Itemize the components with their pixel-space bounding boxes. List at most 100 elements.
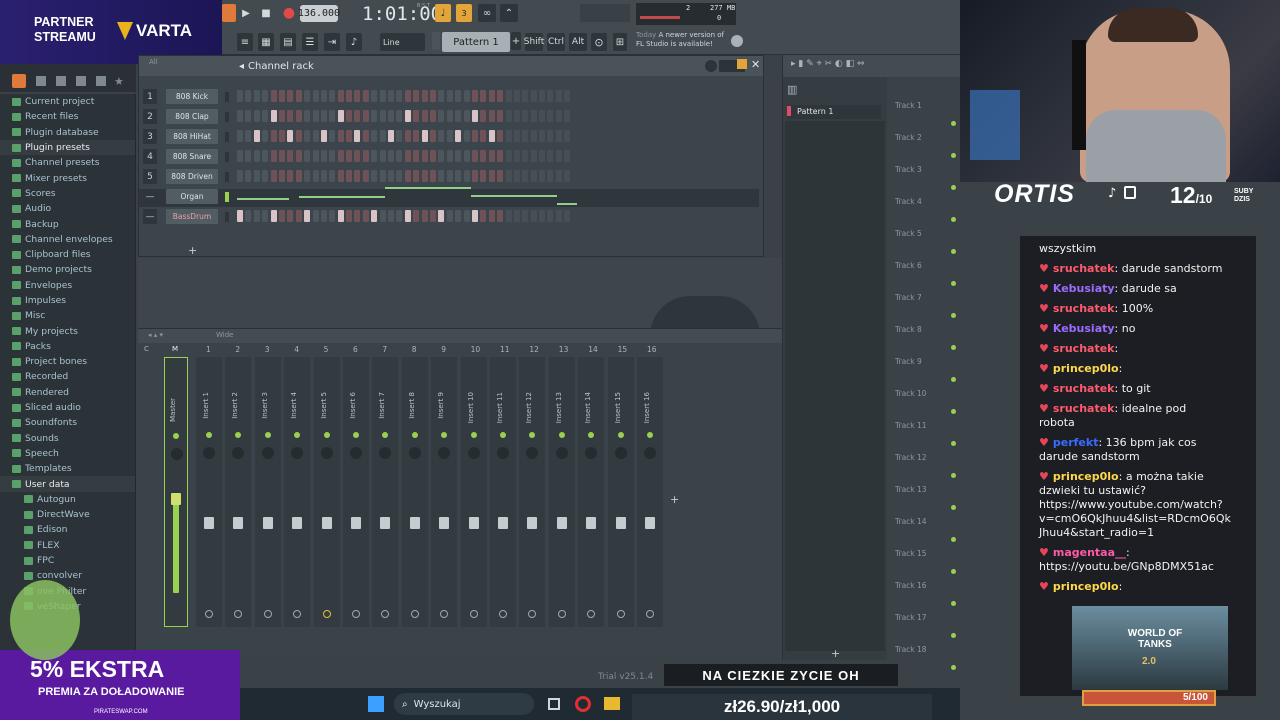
step-button[interactable] [371,130,378,142]
track-mute-led[interactable] [951,217,956,222]
chat-username[interactable]: princep0lo [1053,580,1119,593]
step-button[interactable] [413,150,420,162]
step-button[interactable] [278,90,285,102]
insert-fader[interactable] [586,517,597,529]
step-button[interactable] [421,210,428,222]
track-mute-led[interactable] [951,665,956,670]
track-header[interactable]: Track 16 [895,581,927,590]
step-button[interactable] [413,130,420,142]
play-button[interactable]: ▶ [238,4,254,22]
toolbar-piano-icon[interactable]: ▤ [280,33,296,51]
pattern-song-toggle[interactable] [222,4,236,22]
insert-pan-knob[interactable] [408,447,421,459]
insert-fader[interactable] [204,517,214,529]
help-icon[interactable] [731,35,743,47]
insert-enable-led[interactable] [617,432,624,438]
step-button[interactable] [513,210,520,222]
insert-pan-knob[interactable] [261,447,274,459]
step-button[interactable] [513,90,520,102]
step-button[interactable] [371,210,378,222]
insert-strip[interactable]: Insert 4 [284,357,311,627]
rack-view-icon[interactable] [737,59,747,69]
step-button[interactable] [446,110,453,122]
insert-enable-led[interactable] [264,432,271,438]
mixer-mode[interactable]: Wide [216,331,233,339]
track-mute-led[interactable] [951,409,956,414]
insert-strip[interactable]: Insert 1 [196,357,222,627]
insert-fader[interactable] [409,517,420,529]
step-button[interactable] [471,130,478,142]
insert-enable-led[interactable] [294,432,301,438]
step-button[interactable] [404,210,411,222]
step-button[interactable] [488,150,495,162]
step-button[interactable] [312,150,319,162]
browser-item[interactable]: Rendered [0,385,135,400]
insert-route-button[interactable] [616,610,625,618]
channel-number[interactable]: 2 [143,109,157,124]
step-button[interactable] [497,130,504,142]
pattern-add-button[interactable]: + [511,32,521,50]
insert-route-button[interactable] [499,610,507,618]
step-button[interactable] [354,170,361,182]
step-button[interactable] [488,110,495,122]
insert-strip[interactable]: Insert 11 [490,357,516,627]
insert-enable-led[interactable] [558,432,565,438]
step-button[interactable] [429,130,436,142]
insert-enable-led[interactable] [206,432,212,438]
insert-pan-knob[interactable] [320,447,333,459]
channel-select-led[interactable] [225,212,229,222]
step-button[interactable] [262,90,269,102]
insert-route-button[interactable] [263,610,272,618]
master-led[interactable] [173,433,179,439]
insert-fader[interactable] [380,517,391,529]
channel-number[interactable]: — [143,189,157,204]
channel-select-led[interactable] [225,192,229,202]
playlist-pattern-item[interactable]: Pattern 1 [787,105,881,119]
step-button[interactable] [388,170,395,182]
step-button[interactable] [522,150,529,162]
insert-enable-led[interactable] [353,432,359,438]
step-button[interactable] [471,170,478,182]
browser-item[interactable]: Packs [0,339,135,354]
chat-username[interactable]: princep0lo [1053,470,1119,483]
step-button[interactable] [505,150,512,162]
step-button[interactable] [404,170,411,182]
step-button[interactable] [262,170,269,182]
step-button[interactable] [253,170,260,182]
step-button[interactable] [346,210,353,222]
browser-cloud-icon[interactable] [96,76,106,86]
insert-pan-knob[interactable] [585,447,598,459]
track-mute-led[interactable] [951,633,956,638]
master-pan-knob[interactable] [171,448,183,460]
step-button[interactable] [312,110,319,122]
step-button[interactable] [337,210,344,222]
step-button[interactable] [513,110,520,122]
step-button[interactable] [547,110,554,122]
step-button[interactable] [312,170,319,182]
step-button[interactable] [530,110,537,122]
insert-enable-led[interactable] [441,432,448,438]
browser-item[interactable]: Backup [0,216,135,231]
step-button[interactable] [555,130,562,142]
step-button[interactable] [555,170,562,182]
step-button[interactable] [253,150,260,162]
step-button[interactable] [463,170,470,182]
cart-icon[interactable]: ⊞ [613,33,627,51]
channel-name-button[interactable]: 808 Kick [166,89,218,104]
track-header[interactable]: Track 5 [895,229,922,238]
insert-fader[interactable] [527,517,538,529]
step-button[interactable] [564,110,571,122]
master-strip[interactable]: Master [164,357,188,627]
step-button[interactable] [488,170,495,182]
chat-username[interactable]: sruchatek [1053,402,1115,415]
step-button[interactable] [262,150,269,162]
browser-item[interactable]: Channel presets [0,155,135,170]
step-button[interactable] [262,110,269,122]
step-button[interactable] [404,150,411,162]
toolbar-rack-icon[interactable]: ▦ [258,33,274,51]
step-button[interactable] [320,150,327,162]
channel-number[interactable]: 1 [143,89,157,104]
step-button[interactable] [237,210,243,222]
browser-item[interactable]: Current project [0,94,135,109]
add-channel-button[interactable]: + [188,244,197,257]
